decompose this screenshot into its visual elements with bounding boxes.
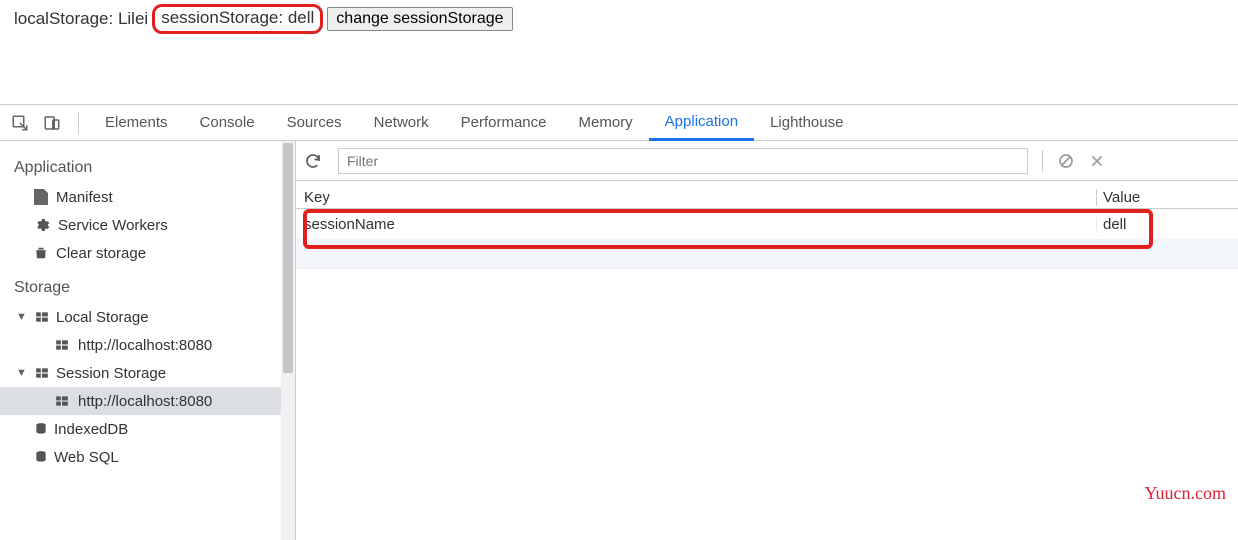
trash-icon — [34, 245, 48, 261]
storage-table-header: Key Value — [296, 181, 1238, 209]
sidebar-section-storage: Storage — [0, 267, 295, 303]
tab-memory[interactable]: Memory — [563, 105, 649, 141]
chevron-down-icon: ▼ — [16, 367, 28, 379]
sidebar-item-label: Web SQL — [54, 449, 119, 466]
sidebar-item-label: Manifest — [56, 189, 113, 206]
column-header-key[interactable]: Key — [296, 189, 1096, 206]
sidebar-item-label: IndexedDB — [54, 421, 128, 438]
tab-sources[interactable]: Sources — [271, 105, 358, 141]
sidebar-tree-local-storage[interactable]: ▼ Local Storage — [0, 303, 295, 331]
sidebar-item-label: Clear storage — [56, 245, 146, 262]
grid-icon — [54, 338, 70, 352]
tab-performance[interactable]: Performance — [445, 105, 563, 141]
sidebar-indexeddb[interactable]: IndexedDB — [0, 415, 295, 443]
filter-input[interactable] — [338, 148, 1028, 174]
sidebar-tree-session-storage[interactable]: ▼ Session Storage — [0, 359, 295, 387]
storage-toolbar — [296, 141, 1238, 181]
session-storage-label-highlighted: sessionStorage: dell — [152, 4, 323, 34]
storage-table-empty-row[interactable] — [296, 239, 1238, 269]
inspect-icon[interactable] — [6, 109, 34, 137]
storage-main-panel: Key Value sessionName dell — [296, 141, 1238, 540]
sidebar-websql[interactable]: Web SQL — [0, 443, 295, 471]
sidebar-local-storage-origin[interactable]: http://localhost:8080 — [0, 331, 295, 359]
sidebar-item-label: http://localhost:8080 — [78, 393, 212, 410]
devtools-panel: Elements Console Sources Network Perform… — [0, 104, 1238, 540]
tab-application[interactable]: Application — [649, 105, 754, 141]
chevron-down-icon: ▼ — [16, 311, 28, 323]
cell-value[interactable]: dell — [1096, 216, 1238, 233]
sidebar-section-application: Application — [0, 147, 295, 183]
grid-icon — [54, 394, 70, 408]
sidebar-item-label: http://localhost:8080 — [78, 337, 212, 354]
tab-console[interactable]: Console — [184, 105, 271, 141]
devtools-tabbar: Elements Console Sources Network Perform… — [0, 105, 1238, 141]
gear-icon — [34, 217, 50, 233]
column-header-value[interactable]: Value — [1096, 189, 1238, 206]
sidebar-item-label: Local Storage — [56, 309, 149, 326]
tab-lighthouse[interactable]: Lighthouse — [754, 105, 859, 141]
device-toolbar-icon[interactable] — [38, 109, 66, 137]
sidebar-item-service-workers[interactable]: Service Workers — [0, 211, 295, 239]
local-storage-label: localStorage: Lilei — [14, 9, 148, 29]
change-session-storage-button[interactable]: change sessionStorage — [327, 7, 512, 31]
close-icon[interactable] — [1089, 153, 1113, 169]
watermark: Yuucn.com — [1145, 483, 1226, 504]
clear-icon[interactable] — [1057, 152, 1081, 170]
sidebar-scrollbar[interactable] — [281, 141, 295, 540]
database-icon — [34, 421, 48, 437]
grid-icon — [34, 310, 50, 324]
sidebar-scrollbar-thumb[interactable] — [283, 143, 293, 373]
tab-elements[interactable]: Elements — [89, 105, 184, 141]
refresh-icon[interactable] — [304, 152, 330, 170]
application-sidebar[interactable]: Application Manifest Service Workers Cle… — [0, 141, 296, 540]
divider — [78, 112, 79, 134]
cell-key[interactable]: sessionName — [296, 216, 1096, 233]
divider — [1042, 150, 1043, 172]
session-storage-label: sessionStorage: dell — [161, 8, 314, 27]
sidebar-item-clear-storage[interactable]: Clear storage — [0, 239, 295, 267]
grid-icon — [34, 366, 50, 380]
database-icon — [34, 449, 48, 465]
sidebar-session-storage-origin[interactable]: http://localhost:8080 — [0, 387, 295, 415]
sidebar-item-manifest[interactable]: Manifest — [0, 183, 295, 211]
storage-table-row[interactable]: sessionName dell — [296, 209, 1238, 239]
file-icon — [34, 189, 48, 205]
sidebar-item-label: Service Workers — [58, 217, 168, 234]
sidebar-item-label: Session Storage — [56, 365, 166, 382]
tab-network[interactable]: Network — [358, 105, 445, 141]
